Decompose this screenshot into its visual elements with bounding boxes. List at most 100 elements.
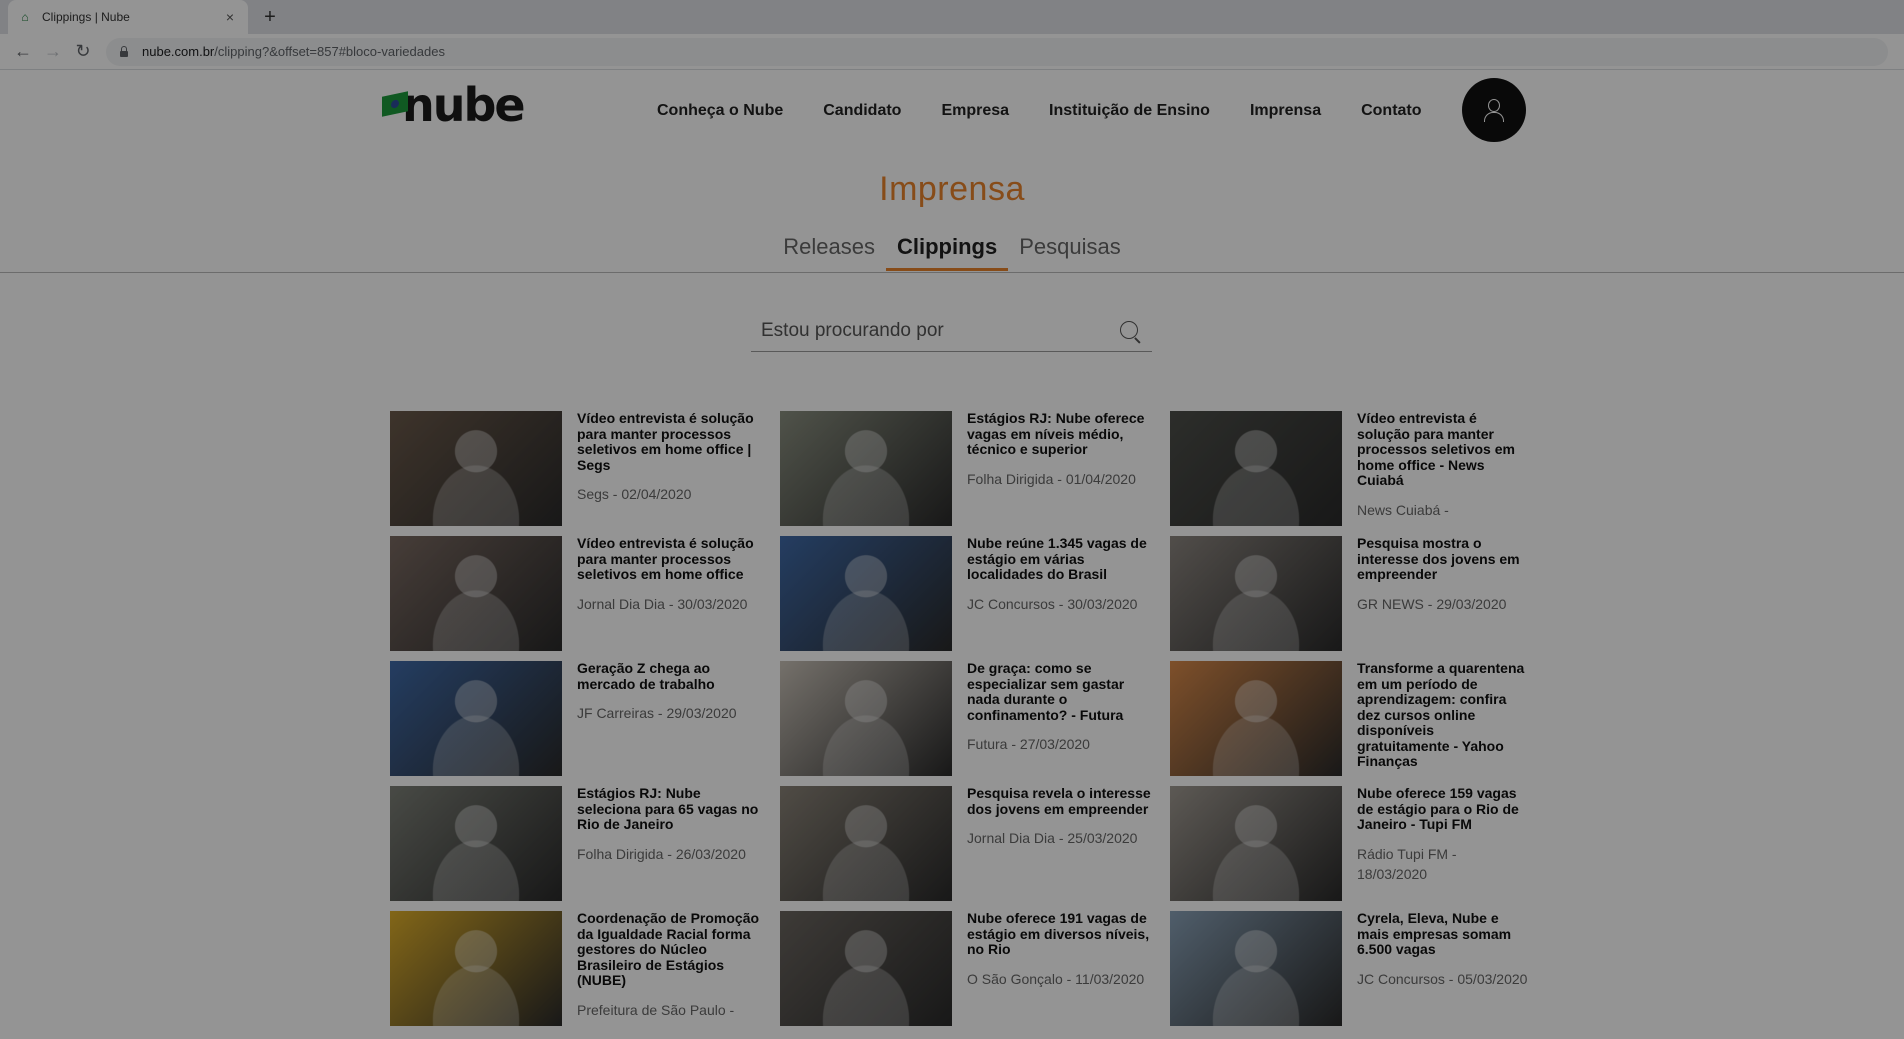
clipping-text: Geração Z chega ao mercado de trabalho JF…	[577, 660, 762, 776]
clipping-thumbnail[interactable]	[1170, 411, 1342, 526]
clipping-text: Estágios RJ: Nube oferece vagas em nívei…	[967, 410, 1152, 526]
clipping-card[interactable]: Nube oferece 159 vagas de estágio para o…	[1170, 785, 1530, 901]
main-nav: Conheça o Nube Candidato Empresa Institu…	[657, 102, 1462, 120]
clipping-title[interactable]: Transforme a quarentena em um período de…	[1357, 660, 1530, 770]
clippings-grid: Vídeo entrevista é solução para manter p…	[390, 410, 1530, 1026]
clipping-title[interactable]: Vídeo entrevista é solução para manter p…	[577, 535, 762, 583]
nav-instituicao[interactable]: Instituição de Ensino	[1049, 102, 1210, 120]
nav-conheca[interactable]: Conheça o Nube	[657, 102, 783, 120]
nav-contato[interactable]: Contato	[1361, 102, 1421, 120]
forward-arrow-icon[interactable]: →	[38, 37, 68, 67]
tab-pesquisas[interactable]: Pesquisas	[1008, 228, 1132, 271]
nav-candidato[interactable]: Candidato	[823, 102, 901, 120]
clipping-source-date: Segs - 02/04/2020	[577, 486, 692, 502]
reload-icon[interactable]: ↻	[68, 37, 98, 67]
nube-favicon-icon: ⌂	[21, 10, 29, 24]
clipping-card[interactable]: Pesquisa mostra o interesse dos jovens e…	[1170, 535, 1530, 651]
clipping-title[interactable]: Nube oferece 191 vagas de estágio em div…	[967, 910, 1152, 958]
search-input[interactable]	[761, 319, 1118, 342]
clipping-thumbnail[interactable]	[780, 411, 952, 526]
clipping-card[interactable]: Geração Z chega ao mercado de trabalho JF…	[390, 660, 780, 776]
clipping-card[interactable]: Pesquisa revela o interesse dos jovens e…	[780, 785, 1170, 901]
clipping-card[interactable]: Vídeo entrevista é solução para manter p…	[390, 410, 780, 526]
clipping-text: De graça: como se especializar sem gasta…	[967, 660, 1152, 776]
clipping-title[interactable]: Pesquisa mostra o interesse dos jovens e…	[1357, 535, 1530, 583]
user-icon	[1482, 97, 1506, 123]
clipping-source-date: O São Gonçalo - 11/03/2020	[967, 970, 1145, 987]
url-host: nube.com.br	[142, 44, 215, 59]
clipping-text: Estágios RJ: Nube seleciona para 65 vaga…	[577, 785, 762, 901]
clipping-card[interactable]: Cyrela, Eleva, Nube e mais empresas soma…	[1170, 910, 1530, 1026]
clipping-thumbnail[interactable]	[1170, 786, 1342, 901]
clipping-thumbnail[interactable]	[1170, 911, 1342, 1026]
browser-toolbar: ← → ↻ nube.com.br/clipping?&offset=857#b…	[0, 34, 1904, 70]
clipping-thumbnail[interactable]	[390, 911, 562, 1026]
new-tab-button[interactable]: +	[258, 5, 282, 29]
clipping-title[interactable]: De graça: como se especializar sem gasta…	[967, 660, 1152, 723]
clipping-card[interactable]: Nube oferece 191 vagas de estágio em div…	[780, 910, 1170, 1026]
nube-logo[interactable]: nube	[382, 82, 526, 128]
clipping-card[interactable]: Estágios RJ: Nube seleciona para 65 vaga…	[390, 785, 780, 901]
clipping-thumbnail[interactable]	[390, 411, 562, 526]
search-icon[interactable]	[1118, 319, 1142, 343]
clipping-thumbnail[interactable]	[390, 786, 562, 901]
tab-clippings[interactable]: Clippings	[885, 228, 1009, 271]
clipping-source-date: GR NEWS - 29/03/2020	[1357, 595, 1507, 612]
tab-title: Clippings | Nube	[42, 10, 130, 24]
clipping-source-date: Folha Dirigida - 26/03/2020	[577, 845, 746, 862]
nav-imprensa[interactable]: Imprensa	[1250, 102, 1321, 120]
clipping-title[interactable]: Nube reúne 1.345 vagas de estágio em vár…	[967, 535, 1152, 583]
browser-tab[interactable]: ⌂ Clippings | Nube ×	[8, 0, 248, 34]
tab-releases[interactable]: Releases	[772, 228, 886, 271]
clipping-card[interactable]: Coordenação de Promoção da Igualdade Rac…	[390, 910, 780, 1026]
clipping-text: Nube reúne 1.345 vagas de estágio em vár…	[967, 535, 1152, 651]
browser-tabbar: ⌂ Clippings | Nube × +	[0, 0, 1904, 34]
clipping-title[interactable]: Geração Z chega ao mercado de trabalho	[577, 660, 762, 692]
clipping-source-date: JC Concursos - 05/03/2020	[1357, 970, 1528, 987]
clipping-thumbnail[interactable]	[390, 536, 562, 651]
clipping-card[interactable]: Estágios RJ: Nube oferece vagas em nívei…	[780, 410, 1170, 526]
url-path: /clipping?&offset=857#bloco-variedades	[214, 44, 445, 59]
nav-empresa[interactable]: Empresa	[941, 102, 1009, 120]
clipping-title[interactable]: Estágios RJ: Nube seleciona para 65 vaga…	[577, 785, 762, 833]
clipping-thumbnail[interactable]	[390, 661, 562, 776]
clipping-card[interactable]: Nube reúne 1.345 vagas de estágio em vár…	[780, 535, 1170, 651]
clipping-thumbnail[interactable]	[780, 661, 952, 776]
clipping-text: Cyrela, Eleva, Nube e mais empresas soma…	[1357, 910, 1530, 1026]
clipping-title[interactable]: Vídeo entrevista é solução para manter p…	[1357, 410, 1530, 489]
search-box	[751, 310, 1152, 352]
clipping-thumbnail[interactable]	[780, 536, 952, 651]
close-tab-icon[interactable]: ×	[222, 9, 238, 25]
clipping-source-date: Jornal Dia Dia - 30/03/2020	[577, 595, 748, 612]
clipping-thumbnail[interactable]	[1170, 661, 1342, 776]
clipping-card[interactable]: Transforme a quarentena em um período de…	[1170, 660, 1530, 776]
clipping-thumbnail[interactable]	[780, 786, 952, 901]
user-account-button[interactable]	[1462, 78, 1526, 142]
clipping-title[interactable]: Pesquisa revela o interesse dos jovens e…	[967, 785, 1152, 817]
clipping-text: Vídeo entrevista é solução para manter p…	[577, 535, 762, 651]
clipping-text: Vídeo entrevista é solução para manter p…	[577, 410, 762, 526]
clipping-source-date: Jornal Dia Dia - 25/03/2020	[967, 830, 1138, 846]
url-text: nube.com.br/clipping?&offset=857#bloco-v…	[142, 44, 445, 59]
clipping-title[interactable]: Vídeo entrevista é solução para manter p…	[577, 410, 762, 473]
clipping-title[interactable]: Nube oferece 159 vagas de estágio para o…	[1357, 785, 1530, 833]
clipping-thumbnail[interactable]	[780, 911, 952, 1026]
clipping-title[interactable]: Estágios RJ: Nube oferece vagas em nívei…	[967, 410, 1152, 458]
clipping-text: Nube oferece 159 vagas de estágio para o…	[1357, 785, 1530, 901]
header-divider	[0, 272, 1904, 273]
clipping-card[interactable]: Vídeo entrevista é solução para manter p…	[390, 535, 780, 651]
clipping-thumbnail[interactable]	[1170, 536, 1342, 651]
clipping-title[interactable]: Coordenação de Promoção da Igualdade Rac…	[577, 910, 762, 989]
clipping-title[interactable]: Cyrela, Eleva, Nube e mais empresas soma…	[1357, 910, 1530, 958]
clipping-text: Pesquisa revela o interesse dos jovens e…	[967, 785, 1152, 901]
clipping-text: Nube oferece 191 vagas de estágio em div…	[967, 910, 1152, 1026]
clipping-card[interactable]: Vídeo entrevista é solução para manter p…	[1170, 410, 1530, 526]
clipping-source-date: Futura - 27/03/2020	[967, 736, 1090, 752]
address-bar[interactable]: nube.com.br/clipping?&offset=857#bloco-v…	[106, 37, 1888, 66]
press-subtabs: Releases Clippings Pesquisas	[0, 228, 1904, 271]
clipping-card[interactable]: De graça: como se especializar sem gasta…	[780, 660, 1170, 776]
lock-icon	[118, 45, 130, 58]
clipping-source-date: Prefeitura de São Paulo -	[577, 1001, 735, 1018]
clipping-source-date: JF Carreiras - 29/03/2020	[577, 705, 737, 721]
back-arrow-icon[interactable]: ←	[8, 37, 38, 67]
